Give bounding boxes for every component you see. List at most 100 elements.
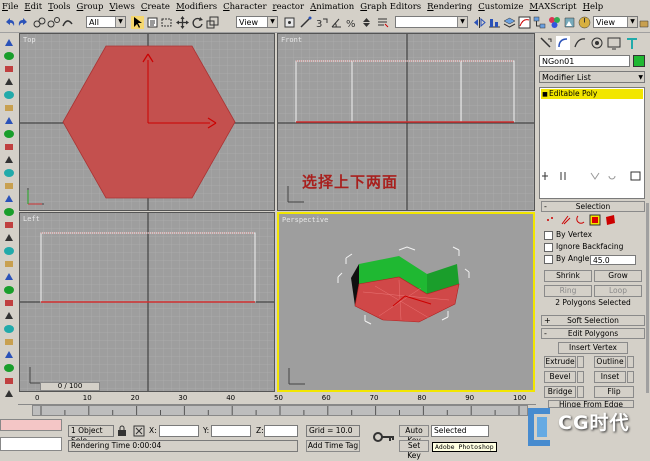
menu-create[interactable]: Create	[138, 0, 173, 14]
space-warp-tool-icon[interactable]	[3, 168, 15, 178]
viewport-label-top[interactable]: Top	[23, 36, 36, 44]
array-tool-icon[interactable]	[3, 298, 15, 308]
menu-character[interactable]: Character	[220, 0, 269, 14]
curve-editor-icon[interactable]	[518, 16, 531, 29]
modifier-list-dropdown[interactable]: Modifier List ▼	[539, 71, 645, 83]
time-slider-thumb[interactable]: 0 / 100	[40, 382, 100, 391]
menu-tools[interactable]: Tools	[45, 0, 73, 14]
menu-rendering[interactable]: Rendering	[424, 0, 475, 14]
weld-tool-icon[interactable]	[3, 376, 15, 386]
viewport-label-left[interactable]: Left	[23, 215, 40, 223]
system-tool-icon[interactable]	[3, 181, 15, 191]
display-tab-icon[interactable]	[607, 36, 621, 50]
select-move-icon[interactable]	[176, 16, 189, 29]
x-coordinate-field[interactable]	[159, 425, 199, 437]
align-icon[interactable]	[488, 16, 501, 29]
expand-icon[interactable]: ■	[541, 90, 549, 100]
sphere-tool-icon[interactable]	[3, 116, 15, 126]
inset-button[interactable]: Inset	[594, 371, 626, 383]
modify-tab-icon[interactable]	[556, 36, 570, 50]
rotate-tool-icon[interactable]	[3, 64, 15, 74]
path-tool-icon[interactable]	[3, 350, 15, 360]
maxscript-input[interactable]	[0, 437, 62, 451]
key-filter-dropdown[interactable]: Selected	[431, 425, 489, 437]
select-scale-icon[interactable]	[206, 16, 219, 29]
mirror-tool-icon[interactable]	[3, 285, 15, 295]
move-tool-icon[interactable]	[3, 51, 15, 61]
material-tool-icon[interactable]	[3, 207, 15, 217]
vertex-level-icon[interactable]	[547, 217, 553, 221]
box-tool-icon[interactable]	[3, 129, 15, 139]
reference-coordinate-dropdown[interactable]: View ▼	[236, 16, 278, 28]
helper-tool-icon[interactable]	[3, 155, 15, 165]
motion-tab-icon[interactable]	[590, 36, 604, 50]
menu-customize[interactable]: Customize	[475, 0, 526, 14]
add-time-tag-button[interactable]: Add Time Tag	[306, 440, 360, 452]
command-panel-scrollbar[interactable]	[646, 203, 649, 393]
stack-item-editable-poly[interactable]: ■Editable Poly	[541, 89, 643, 99]
material-editor-icon[interactable]	[548, 16, 561, 29]
render-type-dropdown[interactable]: View ▼	[593, 16, 638, 28]
hierarchy-tab-icon[interactable]	[573, 36, 587, 50]
angle-snap-icon[interactable]	[330, 16, 343, 29]
polygon-level-icon[interactable]	[589, 214, 601, 226]
checkbox-box[interactable]	[544, 230, 553, 240]
checkbox-box[interactable]	[544, 242, 553, 252]
flip-button[interactable]: Flip	[594, 386, 634, 398]
percent-snap-icon[interactable]: %	[345, 16, 358, 29]
checkbox-box[interactable]	[544, 254, 553, 264]
viewport-left[interactable]: Left	[19, 212, 275, 392]
edge-level-icon[interactable]	[561, 215, 571, 225]
z-coordinate-field[interactable]	[264, 425, 298, 437]
quick-render-icon[interactable]	[578, 16, 591, 29]
object-color-swatch[interactable]	[633, 55, 645, 67]
bind-space-warp-icon[interactable]	[61, 16, 74, 29]
unlink-icon[interactable]	[47, 16, 60, 29]
soft-selection-rollout-header[interactable]: + Soft Selection	[541, 315, 645, 326]
camera-tool-icon[interactable]	[3, 90, 15, 100]
element-level-icon[interactable]	[606, 215, 615, 225]
menu-help[interactable]: Help	[580, 0, 607, 14]
grow-button[interactable]: Grow	[594, 270, 642, 282]
viewport-front[interactable]: Front 选择上下两面	[277, 33, 535, 211]
snap-tool-icon[interactable]	[3, 259, 15, 269]
loop-button[interactable]: Loop	[594, 285, 642, 297]
menu-graph-editors[interactable]: Graph Editors	[357, 0, 424, 14]
selection-filter-dropdown[interactable]: All ▼	[86, 16, 126, 28]
auto-key-button[interactable]: Auto Key	[399, 425, 429, 445]
render-tool-icon[interactable]	[3, 194, 15, 204]
insert-vertex-button[interactable]: Insert Vertex	[558, 342, 628, 354]
viewport-top[interactable]: Top	[19, 33, 275, 211]
snap-toggle-icon[interactable]: 3	[315, 16, 328, 29]
edit-polygons-rollout-header[interactable]: - Edit Polygons	[541, 328, 645, 339]
geo-tool-icon[interactable]	[3, 142, 15, 152]
menu-group[interactable]: Group	[74, 0, 107, 14]
shrink-button[interactable]: Shrink	[544, 270, 592, 282]
menu-maxscript[interactable]: MAXScript	[526, 0, 579, 14]
ignore-backfacing-checkbox[interactable]: Ignore Backfacing	[544, 242, 623, 252]
menu-file[interactable]: File	[0, 0, 21, 14]
bridge-settings-button[interactable]	[577, 386, 584, 398]
select-by-name-icon[interactable]	[146, 16, 159, 29]
layer-tool-icon[interactable]	[3, 311, 15, 321]
select-manipulate-icon[interactable]	[299, 16, 312, 29]
named-selection-sets-dropdown[interactable]: ▼	[395, 16, 468, 28]
render-scene-icon[interactable]	[563, 16, 576, 29]
menu-animation[interactable]: Animation	[307, 0, 357, 14]
angle-spinner[interactable]: 45.0	[590, 255, 636, 265]
scale-tool-icon[interactable]	[3, 77, 15, 87]
pivot-center-icon[interactable]	[283, 16, 296, 29]
select-rotate-icon[interactable]	[191, 16, 204, 29]
y-coordinate-field[interactable]	[211, 425, 251, 437]
redo-icon[interactable]	[17, 16, 30, 29]
named-selection-icon[interactable]	[376, 16, 389, 29]
inset-settings-button[interactable]	[627, 371, 634, 383]
select-object-icon[interactable]	[131, 16, 144, 29]
quick-render-teapot-icon[interactable]	[639, 16, 649, 29]
menu-edit[interactable]: Edit	[21, 0, 45, 14]
viewport-label-perspective[interactable]: Perspective	[282, 216, 328, 224]
track-bar[interactable]	[32, 405, 528, 416]
key-icon[interactable]	[373, 431, 395, 443]
wire-tool-icon[interactable]	[3, 233, 15, 243]
grid-tool-icon[interactable]	[3, 246, 15, 256]
